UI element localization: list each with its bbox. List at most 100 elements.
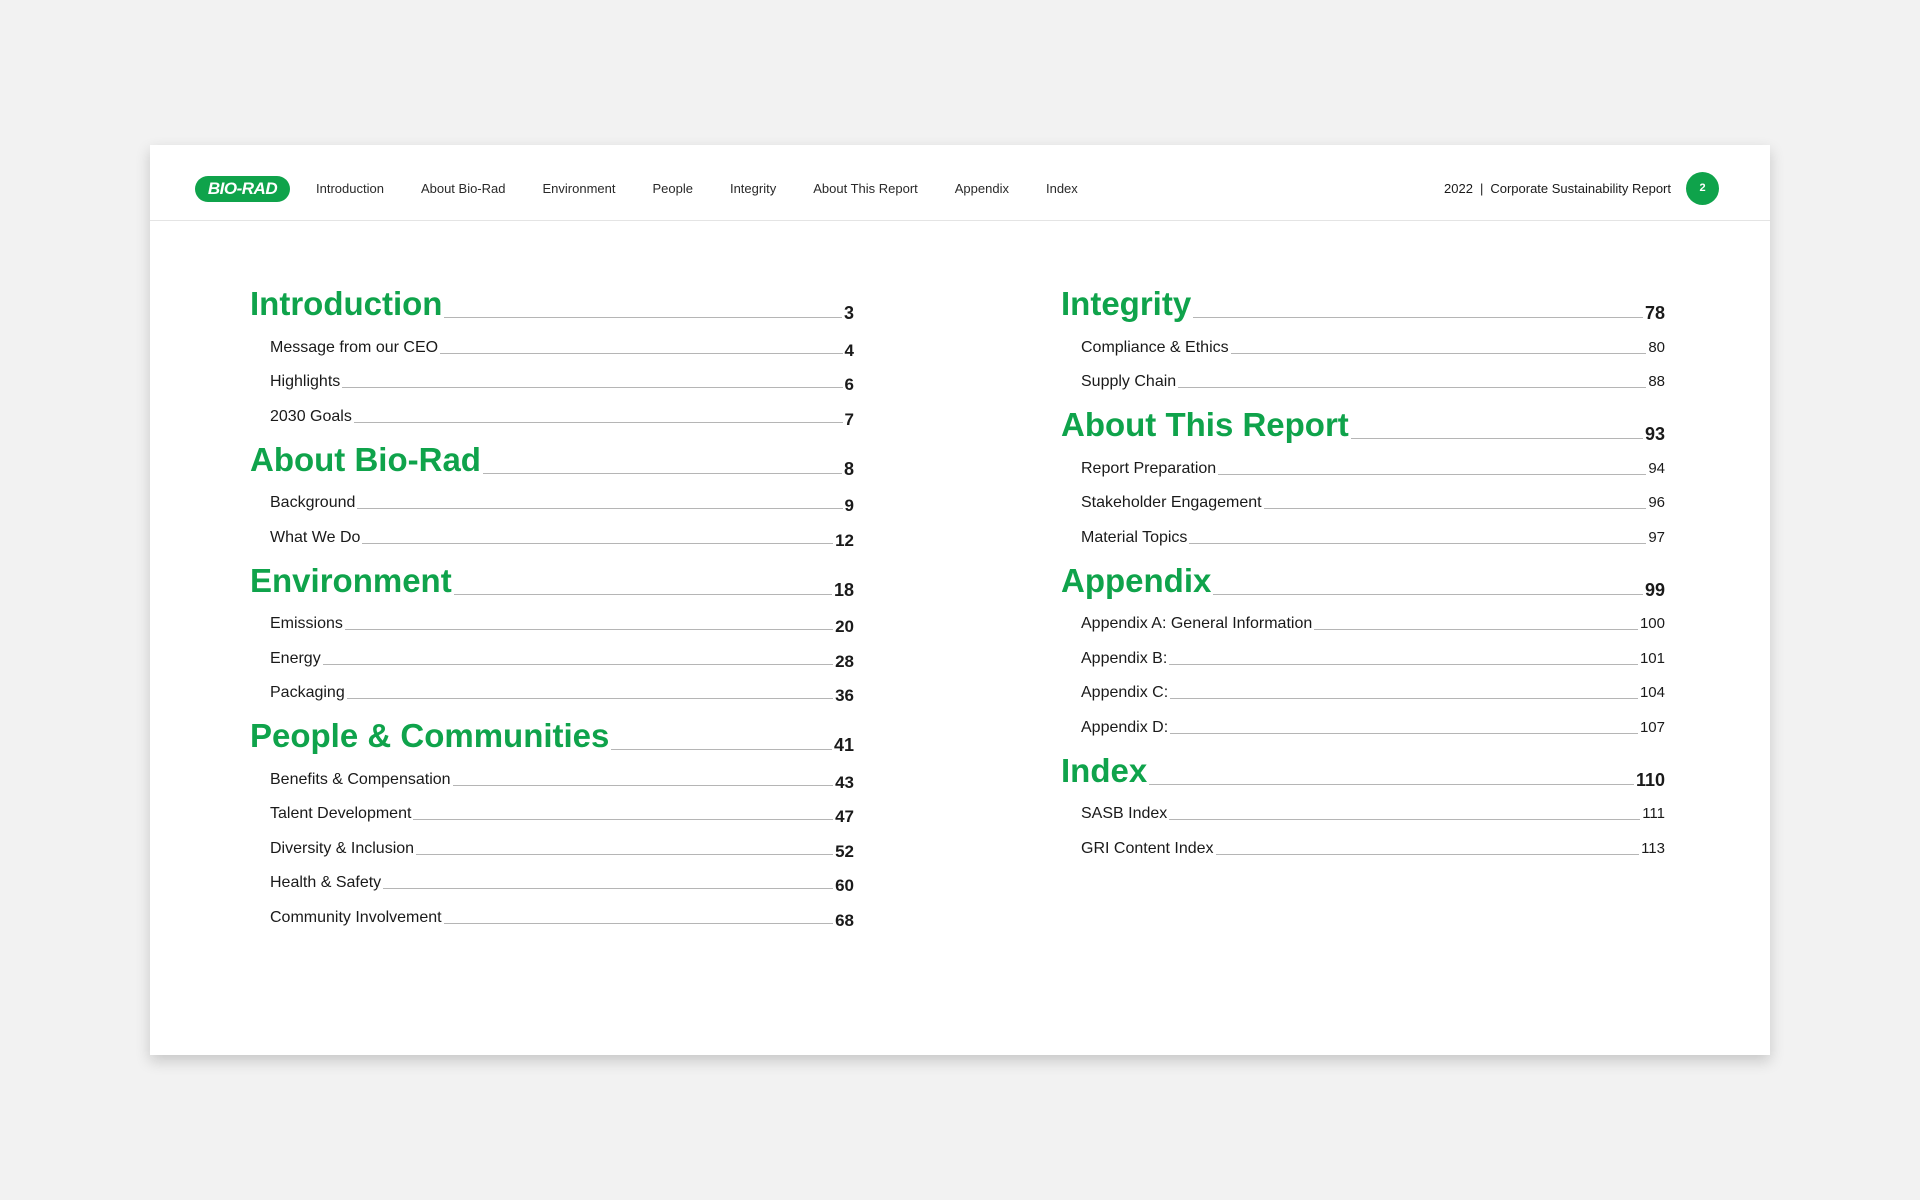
nav-introduction[interactable]: Introduction [316, 181, 384, 196]
nav-about-bio-rad[interactable]: About Bio-Rad [421, 181, 506, 196]
toc-item-label: Packaging [270, 684, 345, 701]
toc-item-label: Stakeholder Engagement [1081, 494, 1262, 511]
toc-item-label: 2030 Goals [270, 407, 352, 425]
toc-item-page: 80 [1648, 338, 1665, 356]
nav-people[interactable]: People [652, 181, 692, 196]
toc-item-diversity-inclusion[interactable]: Diversity & Inclusion 52 [250, 823, 854, 861]
toc-section-entry[interactable]: About This Report 93 [1061, 403, 1665, 445]
toc-section-page: 8 [843, 458, 854, 479]
toc-section-index: Index 110 SASB Index 111 GRI Content Index 11… [1061, 749, 1665, 858]
toc-item-background[interactable]: Background 9 [250, 478, 854, 515]
toc-item-page: 111 [1642, 805, 1665, 822]
toc-section-page: 78 [1644, 303, 1665, 323]
toc-section-entry[interactable]: Introduction 3 [250, 282, 854, 324]
dot-leader [344, 629, 834, 630]
toc-item-packaging[interactable]: Packaging 36 [250, 668, 854, 705]
dot-leader [453, 593, 832, 595]
toc-item-message-from-our-ceo[interactable]: Message from our CEO 4 [250, 322, 854, 360]
toc-item-page: 4 [844, 340, 854, 360]
toc-section-entry[interactable]: People & Communities 41 [250, 714, 854, 756]
toc-item-health-safety[interactable]: Health & Safety 60 [250, 858, 854, 895]
dot-leader [1170, 732, 1638, 734]
toc-item-page: 104 [1639, 684, 1665, 701]
toc-item-what-we-do[interactable]: What We Do 12 [250, 512, 854, 550]
toc-item-label: Community Involvement [270, 908, 442, 926]
dot-leader [1169, 819, 1641, 820]
toc-left-column: Introduction 3 Message from our CEO 4 Highli… [250, 282, 854, 939]
dot-leader [1213, 593, 1643, 595]
toc-item-community-involvement[interactable]: Community Involvement 68 [250, 892, 854, 930]
toc-item-talent-development[interactable]: Talent Development 47 [250, 789, 854, 826]
toc-section-appendix: Appendix 99 Appendix A: General Informatio… [1061, 559, 1665, 737]
toc-section-entry[interactable]: Index 110 [1061, 749, 1665, 790]
toc-section-title: People & Communities [250, 717, 610, 754]
dot-leader [346, 698, 834, 699]
dot-leader [1314, 629, 1638, 630]
toc-item-highlights[interactable]: Highlights 6 [250, 357, 854, 394]
toc-item-compliance-ethics[interactable]: Compliance & Ethics 80 [1061, 322, 1665, 357]
toc-item-stakeholder-engagement[interactable]: Stakeholder Engagement 96 [1061, 478, 1665, 513]
toc-item-supply-chain[interactable]: Supply Chain 88 [1061, 357, 1665, 392]
dot-leader [611, 749, 832, 750]
toc-item-material-topics[interactable]: Material Topics 97 [1061, 512, 1665, 547]
page-number-badge: 2 [1686, 172, 1719, 205]
report-page: BIO-RAD Introduction About Bio-Rad Envir… [150, 145, 1770, 1055]
toc-item-page: 28 [835, 651, 854, 671]
nav-index[interactable]: Index [1046, 181, 1078, 196]
toc-item-energy[interactable]: Energy 28 [250, 633, 854, 671]
dot-leader [322, 663, 834, 665]
toc-section-entry[interactable]: Integrity 78 [1061, 282, 1665, 324]
toc-item-label: Benefits & Compensation [270, 770, 451, 788]
toc-section-title: Introduction [250, 285, 443, 322]
nav-about-this-report[interactable]: About This Report [813, 181, 918, 196]
dot-leader [1230, 352, 1647, 354]
toc-item-label: SASB Index [1081, 805, 1168, 822]
toc-item-page: 9 [844, 496, 854, 515]
dot-leader [353, 421, 843, 423]
toc-item-2030-goals[interactable]: 2030 Goals 7 [250, 391, 854, 429]
toc-section-introduction: Introduction 3 Message from our CEO 4 Highli… [250, 282, 854, 429]
toc-item-page: 94 [1648, 459, 1665, 477]
toc-section-page: 93 [1644, 424, 1665, 444]
dot-leader [362, 542, 834, 544]
nav-integrity[interactable]: Integrity [730, 181, 776, 196]
toc-section-page: 3 [843, 303, 854, 323]
toc-section-title: Environment [250, 561, 452, 599]
toc-item-benefits-compensation[interactable]: Benefits & Compensation 43 [250, 754, 854, 792]
toc-item-page: 88 [1648, 373, 1665, 390]
toc-section-entry[interactable]: About Bio-Rad 8 [250, 438, 854, 479]
toc-item-emissions[interactable]: Emissions 20 [250, 599, 854, 636]
toc-item-sasb-index[interactable]: SASB Index 111 [1061, 789, 1665, 824]
toc-item-page: 101 [1639, 649, 1665, 667]
toc-item-gri-content-index[interactable]: GRI Content Index 113 [1061, 823, 1665, 858]
dot-leader [357, 508, 843, 509]
toc-item-page: 36 [835, 686, 854, 705]
toc-item-label: Message from our CEO [270, 338, 439, 356]
toc-item-page: 52 [835, 841, 854, 861]
toc-item-label: Report Preparation [1081, 459, 1217, 477]
toc-section-entry[interactable]: Environment 18 [250, 559, 854, 600]
toc-item-appendix-c[interactable]: Appendix C: 104 [1061, 668, 1665, 703]
nav-appendix[interactable]: Appendix [955, 181, 1009, 196]
toc-item-label: GRI Content Index [1081, 839, 1214, 857]
toc-item-page: 43 [835, 772, 854, 792]
bio-rad-logo[interactable]: BIO-RAD [195, 176, 290, 202]
toc-item-page: 96 [1648, 494, 1665, 511]
toc-item-appendix-a-general-information[interactable]: Appendix A: General Information 100 [1061, 599, 1665, 634]
dot-leader [383, 888, 834, 889]
toc-section-entry[interactable]: Appendix 99 [1061, 559, 1665, 600]
dot-leader [1149, 783, 1634, 785]
toc-item-page: 20 [835, 617, 854, 636]
toc-item-appendix-b[interactable]: Appendix B: 101 [1061, 633, 1665, 668]
dot-leader [1189, 542, 1647, 544]
toc-item-label: Highlights [270, 373, 341, 390]
toc-item-label: Health & Safety [270, 874, 382, 891]
toc-item-appendix-d[interactable]: Appendix D: 107 [1061, 702, 1665, 737]
dot-leader [444, 317, 842, 318]
toc-item-page: 7 [844, 409, 854, 429]
toc-item-label: Appendix D: [1081, 718, 1169, 736]
dot-leader [416, 853, 834, 855]
toc-item-report-preparation[interactable]: Report Preparation 94 [1061, 443, 1665, 478]
nav-environment[interactable]: Environment [543, 181, 616, 196]
toc-item-label: Supply Chain [1081, 373, 1177, 390]
